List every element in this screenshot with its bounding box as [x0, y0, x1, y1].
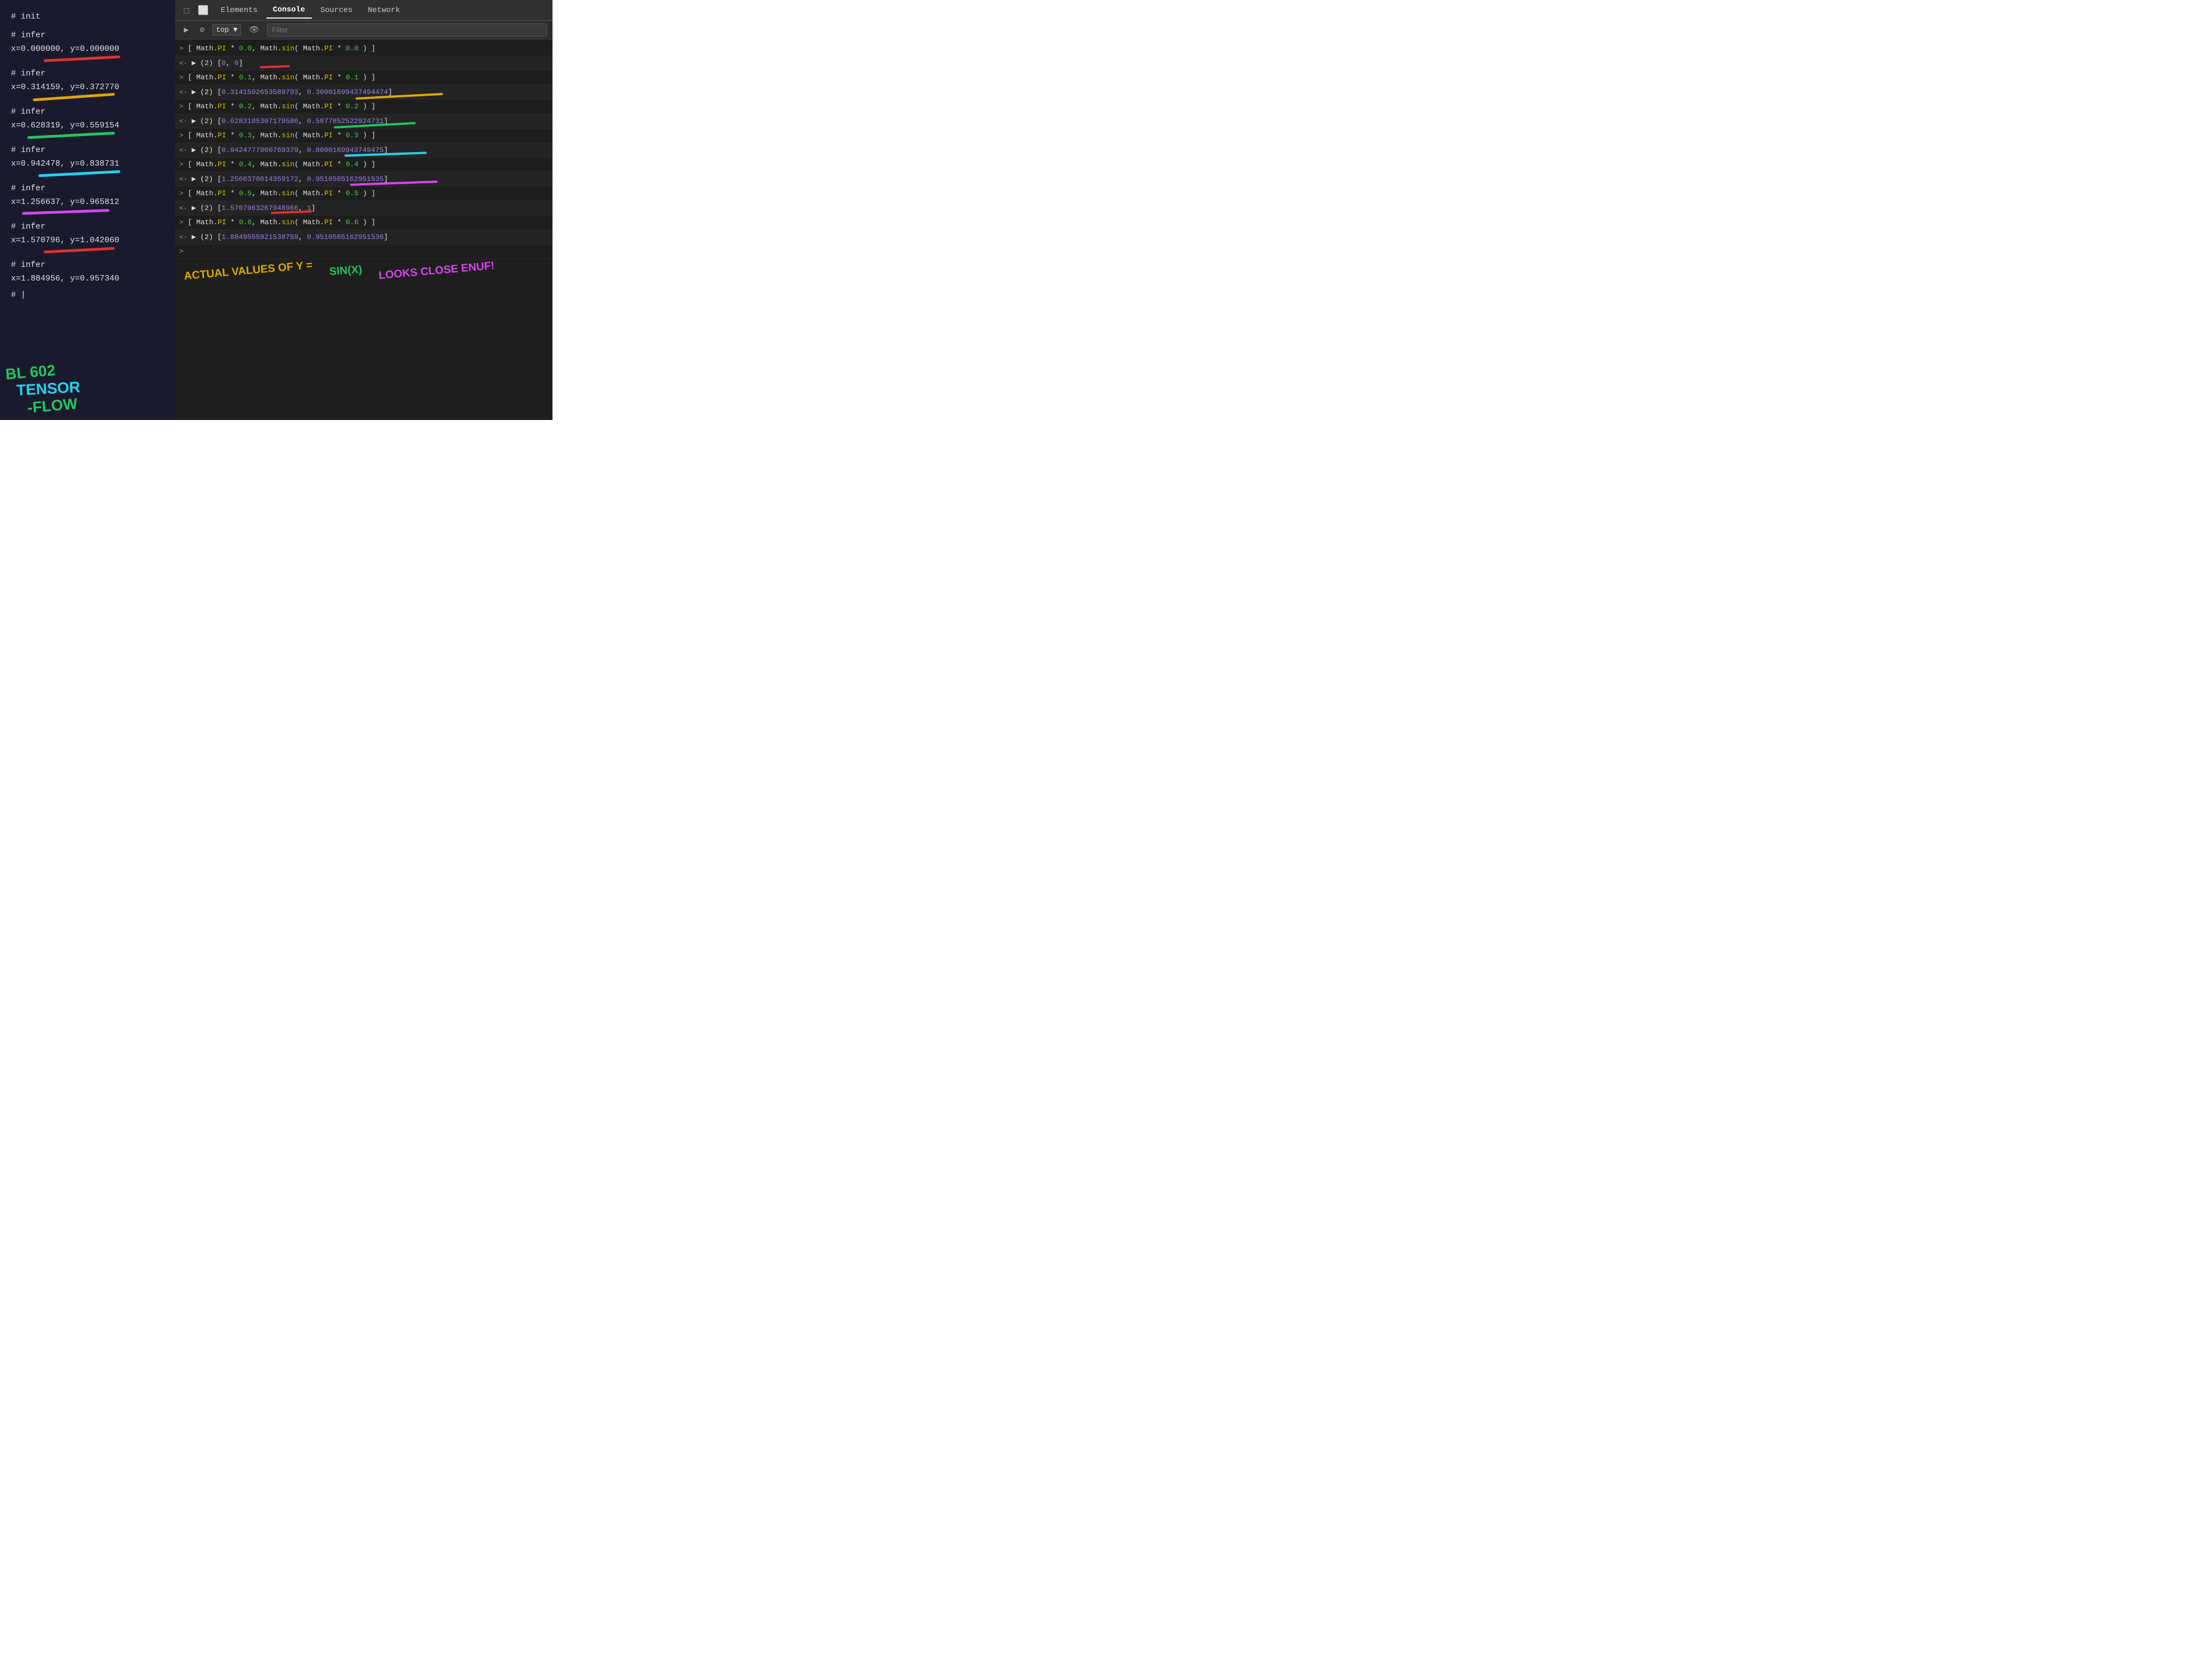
arrow-left-1: <· [179, 59, 187, 68]
graffiti-sinx: SIN(X) [329, 263, 362, 278]
arrow-right-6: > [179, 131, 183, 141]
console-row-1: <· ▶ (2) [0, 0] [175, 56, 552, 71]
line-infer-6: # infer [11, 220, 164, 234]
graffiti-actual-values: ACTUAL VALUES OF Y = [183, 259, 313, 282]
context-selector[interactable]: top ▼ [212, 24, 241, 36]
left-code-block: # init # infer x=0.000000, y=0.000000 # … [11, 10, 164, 302]
line-infer-3: # infer [11, 105, 164, 119]
arrow-left-11: <· [179, 203, 187, 213]
arrow-left-13: <· [179, 232, 187, 242]
graffiti-flow: -FLOW [27, 395, 81, 417]
value-2: x=0.314159, y=0.372770 [11, 80, 164, 95]
value-4: x=0.942478, y=0.838731 [11, 157, 164, 171]
inspect-icon[interactable]: ⬜ [195, 3, 212, 18]
value-7: x=1.884956, y=0.957340 [11, 272, 164, 286]
stroke-red-1 [44, 55, 120, 62]
arrow-right-bottom: > [179, 247, 183, 256]
stroke-red-2 [44, 247, 115, 253]
play-icon[interactable]: ▶ [181, 24, 192, 36]
graffiti-left: BL 602 TENSOR -FLOW [5, 364, 80, 415]
console-row-5: <· ▶ (2) [0.6283185307179586, 0.58778525… [175, 114, 552, 129]
console-row-bottom: > [175, 244, 552, 259]
eye-icon[interactable]: 👁 [246, 24, 263, 36]
arrow-right-0: > [179, 44, 183, 54]
console-output: > [ Math.PI * 0.0, Math.sin( Math.PI * 0… [175, 39, 552, 420]
tab-network[interactable]: Network [361, 3, 406, 18]
console-row-9: <· ▶ (2) [1.2566370614359172, 0.95105651… [175, 172, 552, 187]
value-6: x=1.570796, y=1.042060 [11, 234, 164, 248]
arrow-left-3: <· [179, 88, 187, 97]
line-infer-7: # infer [11, 258, 164, 272]
filter-input[interactable] [267, 24, 547, 37]
console-toolbar: ▶ ⊘ top ▼ 👁 [175, 21, 552, 39]
left-panel: # init # infer x=0.000000, y=0.000000 # … [0, 0, 175, 420]
tab-sources[interactable]: Sources [314, 3, 359, 18]
stroke-cyan-1 [38, 170, 120, 177]
arrow-right-12: > [179, 218, 183, 228]
stroke-magenta-1 [22, 209, 109, 215]
line-prompt: # | [11, 288, 164, 302]
tab-console[interactable]: Console [266, 2, 312, 19]
arrow-right-8: > [179, 160, 183, 170]
console-row-3: <· ▶ (2) [0.3141592653589793, 0.30901699… [175, 85, 552, 100]
console-row-0: > [ Math.PI * 0.0, Math.sin( Math.PI * 0… [175, 42, 552, 56]
console-row-12: > [ Math.PI * 0.6, Math.sin( Math.PI * 0… [175, 215, 552, 230]
line-infer-4: # infer [11, 143, 164, 158]
devtools-tabbar: ⬚ ⬜ Elements Console Sources Network [175, 0, 552, 21]
line-infer-5: # infer [11, 182, 164, 196]
graffiti-looks-close: LOOKS CLOSE ENUF! [378, 259, 495, 282]
console-row-2: > [ Math.PI * 0.1, Math.sin( Math.PI * 0… [175, 71, 552, 85]
underline-red-0 [260, 65, 290, 68]
console-row-4: > [ Math.PI * 0.2, Math.sin( Math.PI * 0… [175, 100, 552, 114]
devtools-panel: ⬚ ⬜ Elements Console Sources Network ▶ ⊘… [175, 0, 552, 420]
arrow-left-7: <· [179, 145, 187, 155]
arrow-right-10: > [179, 189, 183, 199]
arrow-right-4: > [179, 102, 183, 112]
arrow-right-2: > [179, 73, 183, 83]
console-row-8: > [ Math.PI * 0.4, Math.sin( Math.PI * 0… [175, 158, 552, 172]
console-row-13: <· ▶ (2) [1.8849555921538759, 0.95105651… [175, 230, 552, 245]
graffiti-right: ACTUAL VALUES OF Y = SIN(X) LOOKS CLOSE … [175, 259, 552, 283]
line-infer-1: # infer [11, 28, 164, 43]
line-init: # init [11, 10, 164, 24]
line-infer-2: # infer [11, 67, 164, 81]
cursor-icon[interactable]: ⬚ [181, 3, 193, 18]
console-row-6: > [ Math.PI * 0.3, Math.sin( Math.PI * 0… [175, 129, 552, 143]
console-row-7: <· ▶ (2) [0.9424777960769379, 0.80901699… [175, 143, 552, 158]
arrow-left-9: <· [179, 174, 187, 184]
value-5: x=1.256637, y=0.965812 [11, 195, 164, 209]
console-row-11: <· ▶ (2) [1.5707963267948966, 1] [175, 201, 552, 216]
block-icon[interactable]: ⊘ [196, 24, 208, 36]
tab-elements[interactable]: Elements [214, 3, 264, 18]
value-1: x=0.000000, y=0.000000 [11, 42, 164, 56]
arrow-left-5: <· [179, 116, 187, 126]
value-3: x=0.628319, y=0.559154 [11, 119, 164, 133]
console-row-10: > [ Math.PI * 0.5, Math.sin( Math.PI * 0… [175, 186, 552, 201]
